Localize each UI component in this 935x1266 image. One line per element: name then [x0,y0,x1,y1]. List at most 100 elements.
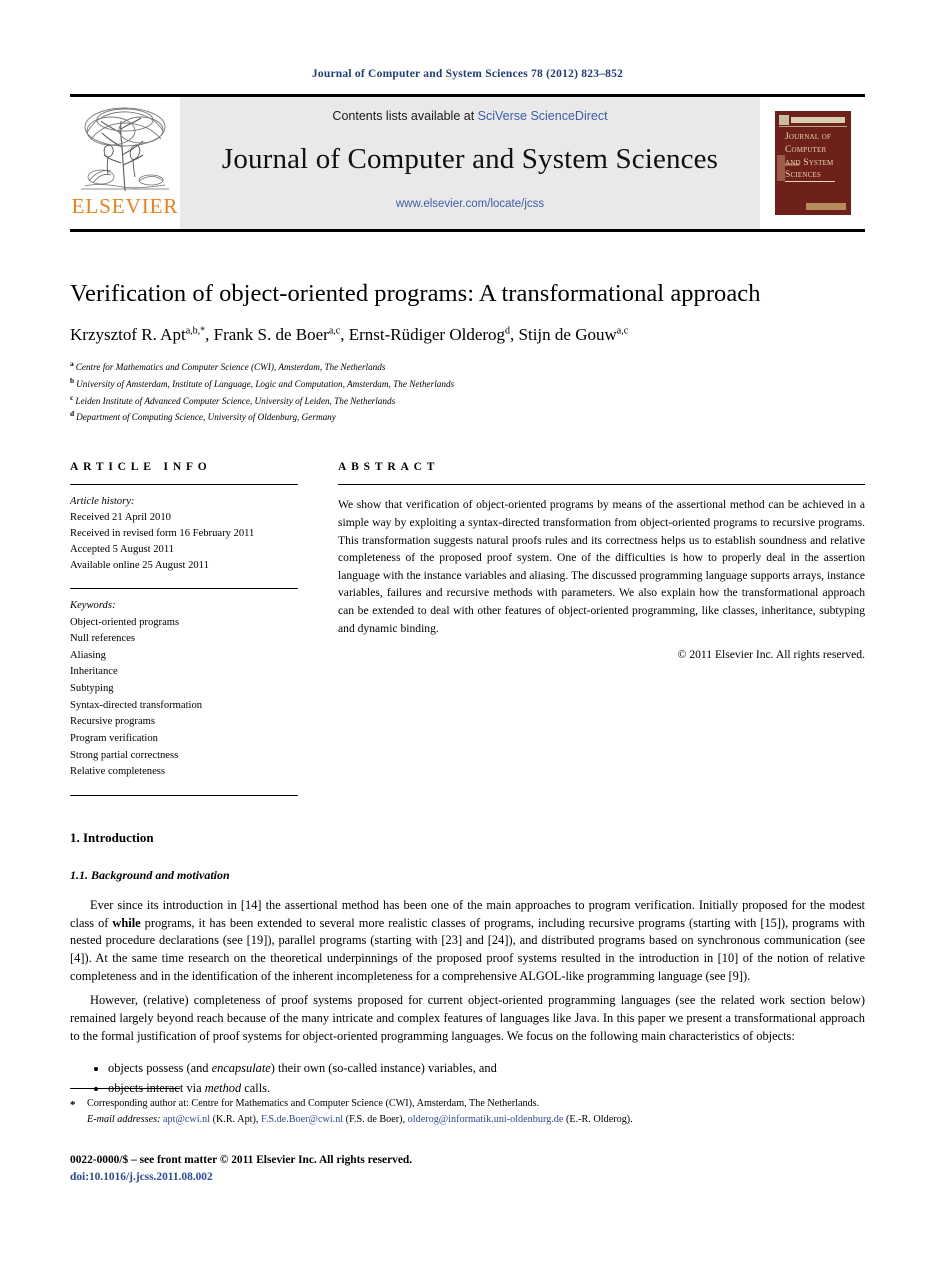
abstract-text: We show that verification of object-orie… [338,498,865,635]
cover-line-2: Computer [785,144,827,155]
running-head: Journal of Computer and System Sciences … [311,68,624,80]
author-affiliation-marks: a,b,* [185,325,206,337]
affiliation-mark: d [70,409,75,419]
cover-image: Journal of Computer and System Sciences [775,111,851,215]
author-name: Stijn de Gouw [518,325,617,345]
elsevier-logo: ELSEVIER [70,97,180,229]
email-link[interactable]: F.S.de.Boer@cwi.nl [261,1114,343,1125]
page-title: Verification of object-oriented programs… [70,280,761,307]
journal-masthead: ELSEVIER Contents lists available at Sci… [70,94,865,232]
body-content: 1. Introduction 1.1. Background and moti… [70,796,865,1099]
author-affiliation-marks: d [505,325,511,337]
affiliation-mark: b [70,375,75,385]
cover-side-bar [777,155,785,181]
affiliation-item: d Department of Computing Science, Univer… [70,408,865,425]
bullet-1-emphasis: encapsulate [211,1060,271,1075]
elsevier-wordmark: ELSEVIER [71,194,179,218]
abstract-divider [338,484,865,486]
author-name: Frank S. de Boer [213,325,329,345]
issn-front-matter: 0022-0000/$ – see front matter [70,1154,217,1166]
corresponding-author-text: Corresponding author at: Centre for Math… [87,1098,540,1109]
abstract-column: ABSTRACT We show that verification of ob… [338,461,865,795]
info-abstract-columns: ARTICLE INFO Article history: Received 2… [70,425,865,796]
abstract-heading: ABSTRACT [338,461,440,474]
sciencedirect-link[interactable]: SciVerse ScienceDirect [478,109,608,123]
email-owner: (F.S. de Boer), [343,1114,408,1126]
keyword-item: Subtyping [70,683,114,695]
email-link[interactable]: olderog@informatik.uni-oldenburg.de [408,1114,564,1125]
keywords-divider [70,587,298,589]
footnote-rule [70,1088,180,1089]
cover-top-bar [791,117,845,123]
paragraph-1: Ever since its introduction in [14] the … [70,897,865,986]
doi-link[interactable]: doi:10.1016/j.jcss.2011.08.002 [70,1169,412,1186]
cover-footer-band [806,203,846,210]
author-affiliation-marks: a,c [616,325,629,337]
issn-line: 0022-0000/$ – see front matter © 2011 El… [70,1152,412,1169]
article-history-item: Available online 25 August 2011 [70,560,209,571]
keyword-item: Object-oriented programs [70,616,180,628]
section-heading-introduction: 1. Introduction [70,829,154,845]
paper-page: Journal of Computer and System Sciences … [0,0,935,1266]
cover-elsevier-mark-icon [779,115,789,125]
article-info-column: ARTICLE INFO Article history: Received 2… [70,461,298,796]
cover-underline [785,181,835,182]
article-history-item: Received 21 April 2010 [70,512,171,524]
article-info-divider [70,484,298,486]
paragraph-2: However, (relative) completeness of proo… [70,993,865,1043]
journal-banner: Contents lists available at SciVerse Sci… [180,97,760,229]
keyword-item: Strong partial correctness [70,749,179,761]
keyword-item: Relative completeness [70,766,166,778]
keyword-item: Null references [70,633,135,645]
colophon-block: 0022-0000/$ – see front matter © 2011 El… [70,1152,412,1186]
subsection-heading-background: 1.1. Background and motivation [70,867,230,882]
author-affiliation-marks: a,c [328,325,341,337]
bullet-1-part-a: objects possess (and [108,1060,212,1075]
list-item: objects possess (and encapsulate) their … [108,1059,865,1078]
email-label: E-mail addresses: [87,1114,161,1126]
affiliation-text: Centre for Mathematics and Computer Scie… [75,361,386,372]
footnote-block: * Corresponding author at: Centre for Ma… [70,1088,865,1129]
journal-cover-thumbnail: Journal of Computer and System Sciences [760,97,865,229]
affiliation-item: c Leiden Institute of Advanced Computer S… [70,392,865,409]
cover-line-1: Journal of [785,132,832,142]
email-owner: (K.R. Apt), [210,1114,261,1126]
keyword-item: Syntax-directed transformation [70,699,203,711]
keyword-items: Object-oriented programs Null references A… [70,615,298,781]
email-link[interactable]: apt@cwi.nl [163,1114,210,1125]
affiliation-mark: c [70,392,74,402]
author-name: Ernst-Rüdiger Olderog [348,325,506,345]
article-history-label: Article history: [70,496,135,508]
keyword-item: Aliasing [70,649,106,661]
journal-url-link[interactable]: www.elsevier.com/locate/jcss [396,198,544,210]
cover-rule [779,126,847,127]
keyword-while: while [112,915,141,930]
author-name: Krzysztof R. Apt [70,325,186,345]
email-addresses-note: E-mail addresses: apt@cwi.nl (K.R. Apt),… [70,1112,865,1128]
affiliation-text: Leiden Institute of Advanced Computer Sc… [75,395,396,406]
affiliation-text: University of Amsterdam, Institute of La… [76,378,455,389]
article-history-block: Article history: Received 21 April 2010 R… [70,494,298,573]
corresponding-author-note: * Corresponding author at: Centre for Ma… [70,1096,865,1112]
keyword-item: Inheritance [70,666,118,678]
keyword-item: Recursive programs [70,716,156,728]
affiliation-text: Department of Computing Science, Univers… [76,412,336,423]
keyword-item: Program verification [70,732,158,744]
affiliation-list: a Centre for Mathematics and Computer Sci… [70,358,865,426]
abstract-copyright: © 2011 Elsevier Inc. All rights reserved… [677,648,865,662]
bullet-1-part-b: ) their own (so-called instance) variabl… [270,1060,497,1075]
email-owner: (E.-R. Olderog). [563,1114,633,1126]
paragraph-1-part-b: programs, it has been extended to severa… [70,915,866,984]
title-block: Verification of object-oriented programs… [70,232,865,425]
author-list: Krzysztof R. Apta,b,*, Frank S. de Boera… [70,325,629,345]
journal-title: Journal of Computer and System Sciences [221,143,719,175]
elsevier-tree-icon [81,107,169,192]
cover-title-text: Journal of Computer and System Sciences [785,131,847,182]
affiliation-item: a Centre for Mathematics and Computer Sci… [70,358,865,375]
affiliation-mark: a [70,358,74,368]
contents-available-line: Contents lists available at SciVerse Sci… [332,109,607,123]
article-history-item: Accepted 5 August 2011 [70,544,175,556]
affiliation-item: b University of Amsterdam, Institute of L… [70,375,865,392]
article-history-items: Received 21 April 2010 Received in revise… [70,510,298,574]
article-history-item: Received in revised form 16 February 201… [70,528,255,540]
